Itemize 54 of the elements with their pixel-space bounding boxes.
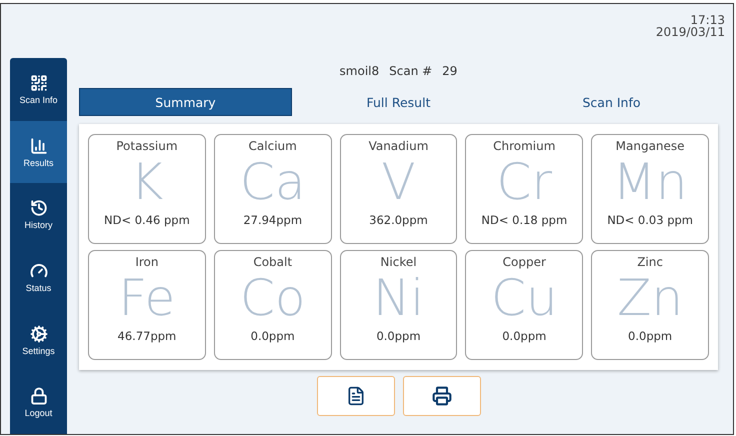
element-name: Potassium — [116, 139, 178, 153]
element-name: Copper — [502, 255, 546, 269]
element-symbol: Co — [240, 269, 306, 327]
element-name: Cobalt — [253, 255, 292, 269]
element-name: Vanadium — [368, 139, 428, 153]
print-button[interactable] — [402, 376, 480, 416]
element-name: Chromium — [493, 139, 556, 153]
tab[interactable]: Summary — [79, 88, 292, 116]
element-name: Manganese — [616, 139, 685, 153]
element-symbol: Fe — [118, 269, 176, 327]
element-reading: 46.77ppm — [118, 329, 176, 343]
element-symbol: Cu — [490, 269, 558, 327]
element-reading: 0.0ppm — [250, 329, 295, 343]
element-reading: 0.0ppm — [376, 329, 421, 343]
sidebar-item[interactable]: Logout — [10, 371, 67, 434]
element-symbol: Cr — [496, 153, 552, 211]
document-icon — [346, 386, 366, 406]
tab[interactable]: Scan Info — [505, 88, 718, 116]
element-reading: ND< 0.03 ppm — [607, 213, 693, 227]
element-reading: 362.0ppm — [369, 213, 428, 227]
element-name: Nickel — [380, 255, 417, 269]
element-symbol: Ca — [240, 153, 306, 211]
element-name: Calcium — [248, 139, 297, 153]
element-name: Iron — [135, 255, 158, 269]
tab[interactable]: Full Result — [292, 88, 505, 116]
element-reading: ND< 0.18 ppm — [481, 213, 568, 227]
element-symbol: Zn — [617, 269, 684, 327]
element-reading: 0.0ppm — [502, 329, 546, 343]
gear-icon — [30, 324, 48, 343]
history-icon — [30, 199, 48, 218]
clock-date: 2019/03/11 — [656, 26, 725, 38]
element-name: Zinc — [637, 255, 663, 269]
scan-number: 29 — [442, 64, 458, 78]
element-reading: 27.94ppm — [243, 213, 302, 227]
element-reading: 0.0ppm — [628, 329, 672, 343]
sidebar-item[interactable]: Scan Info — [10, 58, 67, 121]
sidebar-item[interactable]: Status — [10, 246, 67, 309]
bar-chart-icon — [30, 136, 48, 154]
lock-icon — [30, 387, 48, 406]
sidebar-item[interactable]: Settings — [10, 308, 67, 372]
element-reading: ND< 0.46 ppm — [104, 213, 190, 227]
clock-time: 17:13 — [690, 14, 725, 26]
element-symbol: V — [381, 153, 416, 211]
sidebar-item[interactable]: Results — [10, 120, 67, 184]
printer-icon — [432, 386, 452, 406]
gauge-icon — [30, 262, 48, 280]
sidebar-item[interactable]: History — [10, 183, 67, 246]
sample-name: smoil8 — [340, 64, 380, 78]
qr-code-icon — [30, 74, 48, 92]
element-symbol: Ni — [372, 269, 424, 327]
element-symbol: Mn — [612, 153, 688, 211]
pdf-button[interactable] — [316, 376, 394, 416]
element-symbol: K — [130, 153, 164, 211]
scan-label: Scan # — [389, 64, 432, 78]
